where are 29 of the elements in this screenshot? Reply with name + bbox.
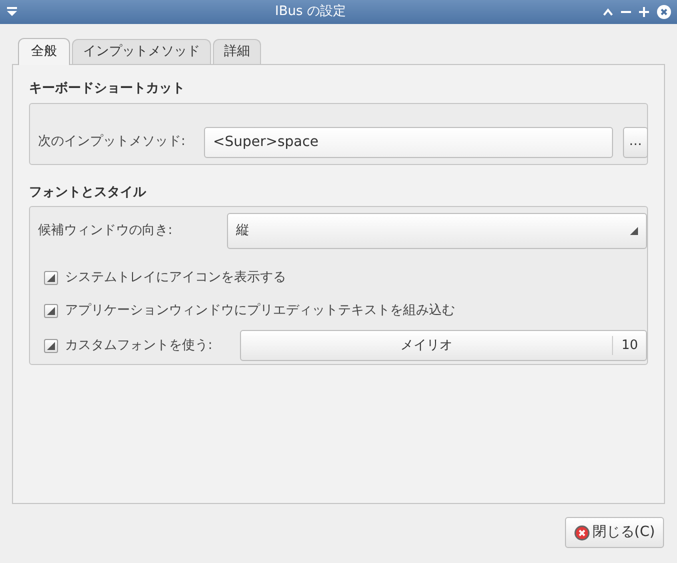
triangle-icon (47, 342, 55, 350)
orientation-dropdown[interactable]: 縦 (227, 213, 647, 249)
tab[interactable]: インプットメソッド (72, 39, 211, 64)
tab[interactable]: 詳細 (213, 39, 261, 64)
close-button[interactable]: 閉じる(C) (565, 517, 664, 548)
field-label: 候補ウィンドウの向き: (38, 222, 174, 240)
checkbox[interactable] (44, 271, 58, 285)
checkbox[interactable] (44, 338, 58, 352)
browse-button[interactable]: … (623, 126, 648, 158)
window-title: IBus の設定 (274, 3, 347, 22)
section-heading: フォントとスタイル (29, 184, 148, 202)
close-icon (574, 524, 590, 540)
minimize-icon[interactable] (621, 10, 631, 14)
triangle-icon (47, 274, 55, 282)
tab[interactable]: 全般 (18, 38, 70, 65)
checkbox-label: システムトレイにアイコンを表示する (65, 269, 286, 288)
shortcut-field[interactable]: <Super>space (204, 126, 613, 158)
checkbox-label: カスタムフォントを使う: (65, 336, 214, 355)
font-button[interactable]: メイリオ 10 (240, 330, 647, 361)
triangle-icon (47, 306, 55, 314)
close-icon[interactable] (657, 5, 671, 19)
checkbox-label: アプリケーションウィンドウにプリエディットテキストを組み込む (65, 302, 455, 320)
menu-icon[interactable] (6, 7, 18, 17)
section-heading: キーボードショートカット (29, 80, 186, 98)
checkbox[interactable] (44, 304, 58, 318)
dropdown-icon (630, 227, 638, 235)
maximize-icon[interactable] (639, 7, 649, 17)
field-label: 次のインプットメソッド: (38, 133, 186, 152)
shade-icon[interactable] (603, 8, 613, 16)
